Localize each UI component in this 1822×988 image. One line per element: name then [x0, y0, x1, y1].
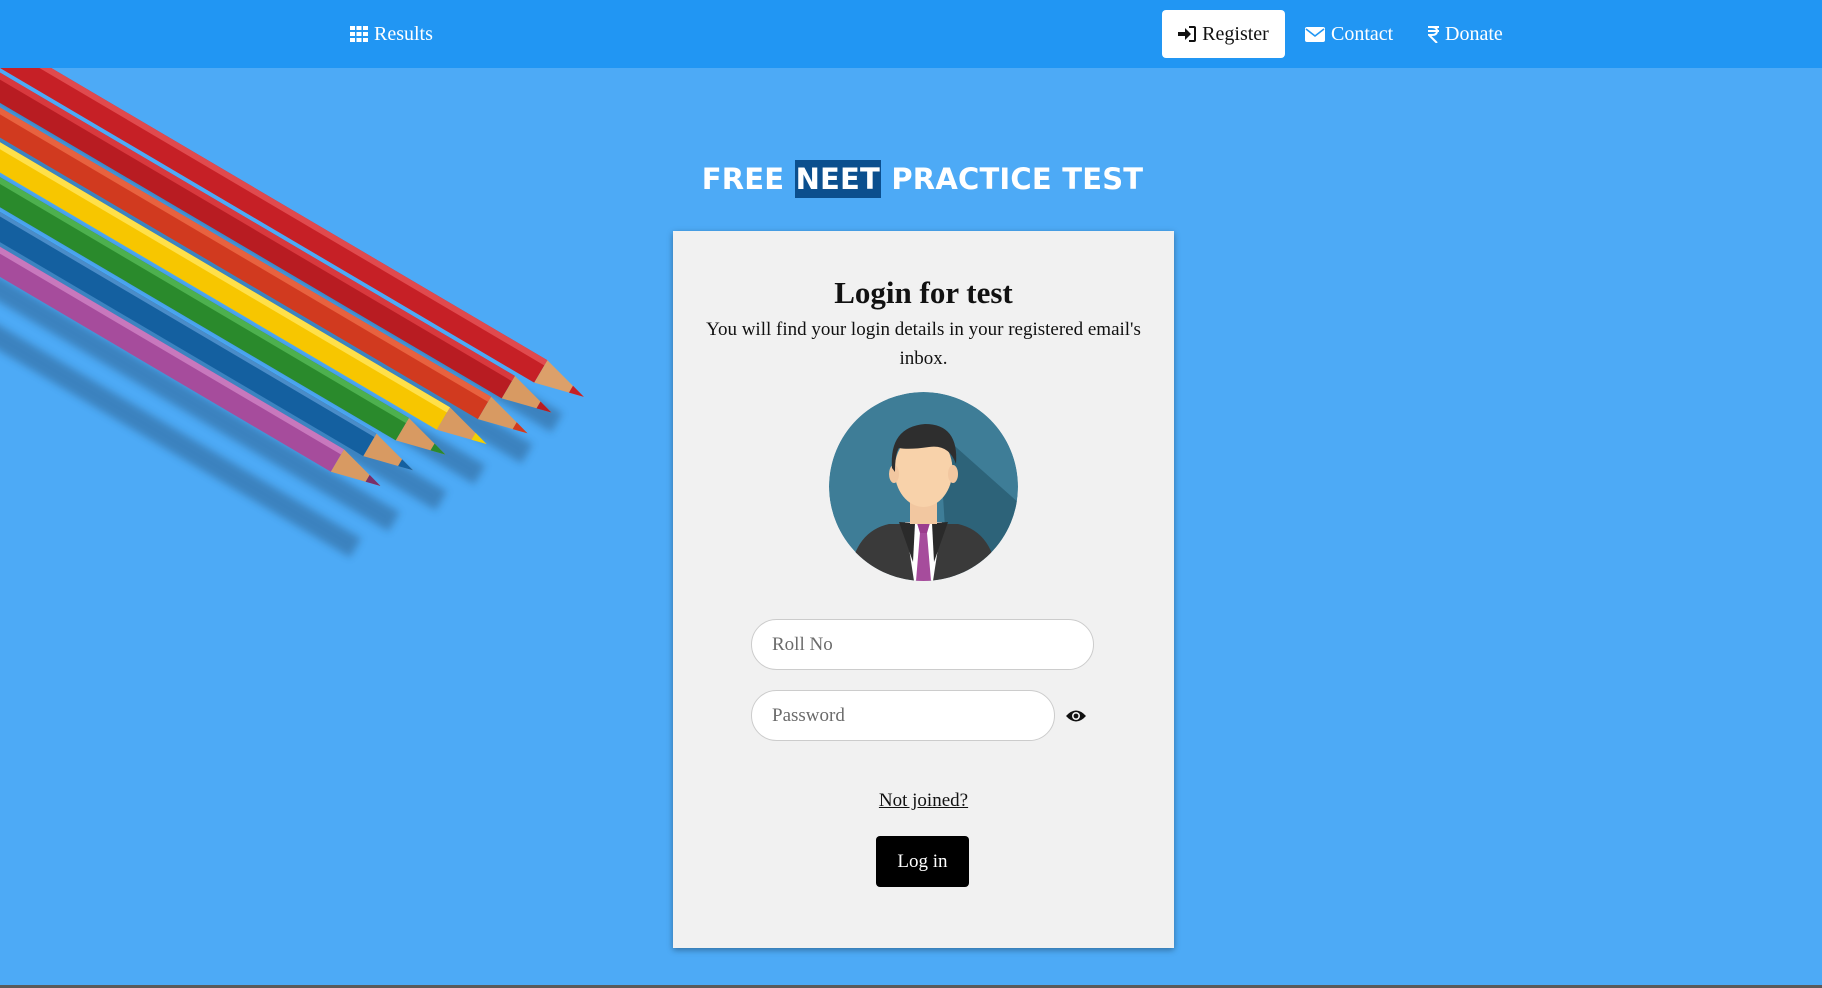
site-title-prefix: FREE — [701, 162, 795, 196]
sign-in-icon — [1178, 26, 1197, 42]
nav-donate-label: Donate — [1445, 22, 1503, 45]
top-navbar: Results Register Contact Donate — [0, 0, 1822, 68]
nav-register-label: Register — [1202, 22, 1269, 45]
site-title-highlight: NEET — [794, 160, 882, 198]
nav-register-button[interactable]: Register — [1162, 10, 1285, 58]
login-card: Login for test You will find your login … — [673, 231, 1174, 948]
site-title-suffix: PRACTICE TEST — [881, 162, 1144, 196]
login-title: Login for test — [834, 275, 1013, 310]
site-title: FREE NEET PRACTICE TEST — [0, 160, 1822, 198]
nav-contact-link[interactable]: Contact — [1285, 10, 1413, 58]
login-button[interactable]: Log in — [876, 836, 969, 887]
grid-icon — [350, 26, 368, 42]
eye-icon[interactable] — [1064, 705, 1088, 727]
login-subtitle: You will find your login details in your… — [706, 319, 1141, 369]
nav-results-link[interactable]: Results — [330, 10, 453, 58]
roll-no-input[interactable] — [751, 619, 1094, 670]
nav-contact-label: Contact — [1331, 22, 1394, 45]
user-avatar — [829, 392, 1018, 581]
nav-results-label: Results — [374, 22, 433, 45]
password-input[interactable] — [751, 690, 1055, 741]
nav-donate-link[interactable]: Donate — [1408, 10, 1523, 58]
not-joined-link[interactable]: Not joined? — [673, 790, 1174, 812]
envelope-icon — [1305, 26, 1325, 42]
rupee-icon — [1428, 25, 1439, 43]
